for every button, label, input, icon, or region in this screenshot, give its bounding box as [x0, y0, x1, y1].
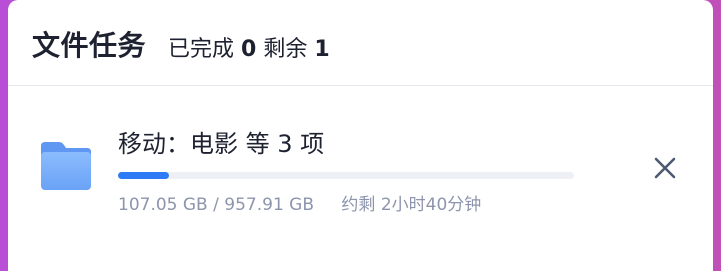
panel-header: 文件任务 已完成 0 剩余 1	[8, 0, 713, 86]
progress-fill	[118, 172, 169, 179]
time-remaining: 约剩 2小时40分钟	[341, 195, 482, 215]
close-task-button[interactable]	[648, 151, 682, 185]
transferred-size: 107.05 GB	[118, 195, 208, 215]
panel-title: 文件任务	[32, 29, 147, 62]
completed-label: 已完成	[168, 37, 235, 62]
task-item: 移动：电影 等 3 项 107.05 GB / 957.91 GB 约剩 2小时…	[8, 86, 713, 236]
remaining-count: 1	[314, 37, 330, 62]
completed-count: 0	[241, 37, 257, 62]
total-size: 957.91 GB	[224, 195, 315, 215]
progress-bar	[118, 172, 574, 179]
size-separator: /	[213, 195, 219, 215]
task-meta: 107.05 GB / 957.91 GB 约剩 2小时40分钟	[118, 190, 481, 215]
task-summary: 已完成 0 剩余 1	[168, 31, 330, 63]
remaining-label: 剩余	[263, 37, 308, 62]
file-tasks-panel: 文件任务 已完成 0 剩余 1 移动：电影 等 3 项 107.05 GB / …	[8, 0, 713, 271]
task-name: 移动：电影 等 3 项	[118, 130, 325, 158]
folder-icon	[38, 138, 94, 194]
close-icon	[654, 157, 676, 179]
